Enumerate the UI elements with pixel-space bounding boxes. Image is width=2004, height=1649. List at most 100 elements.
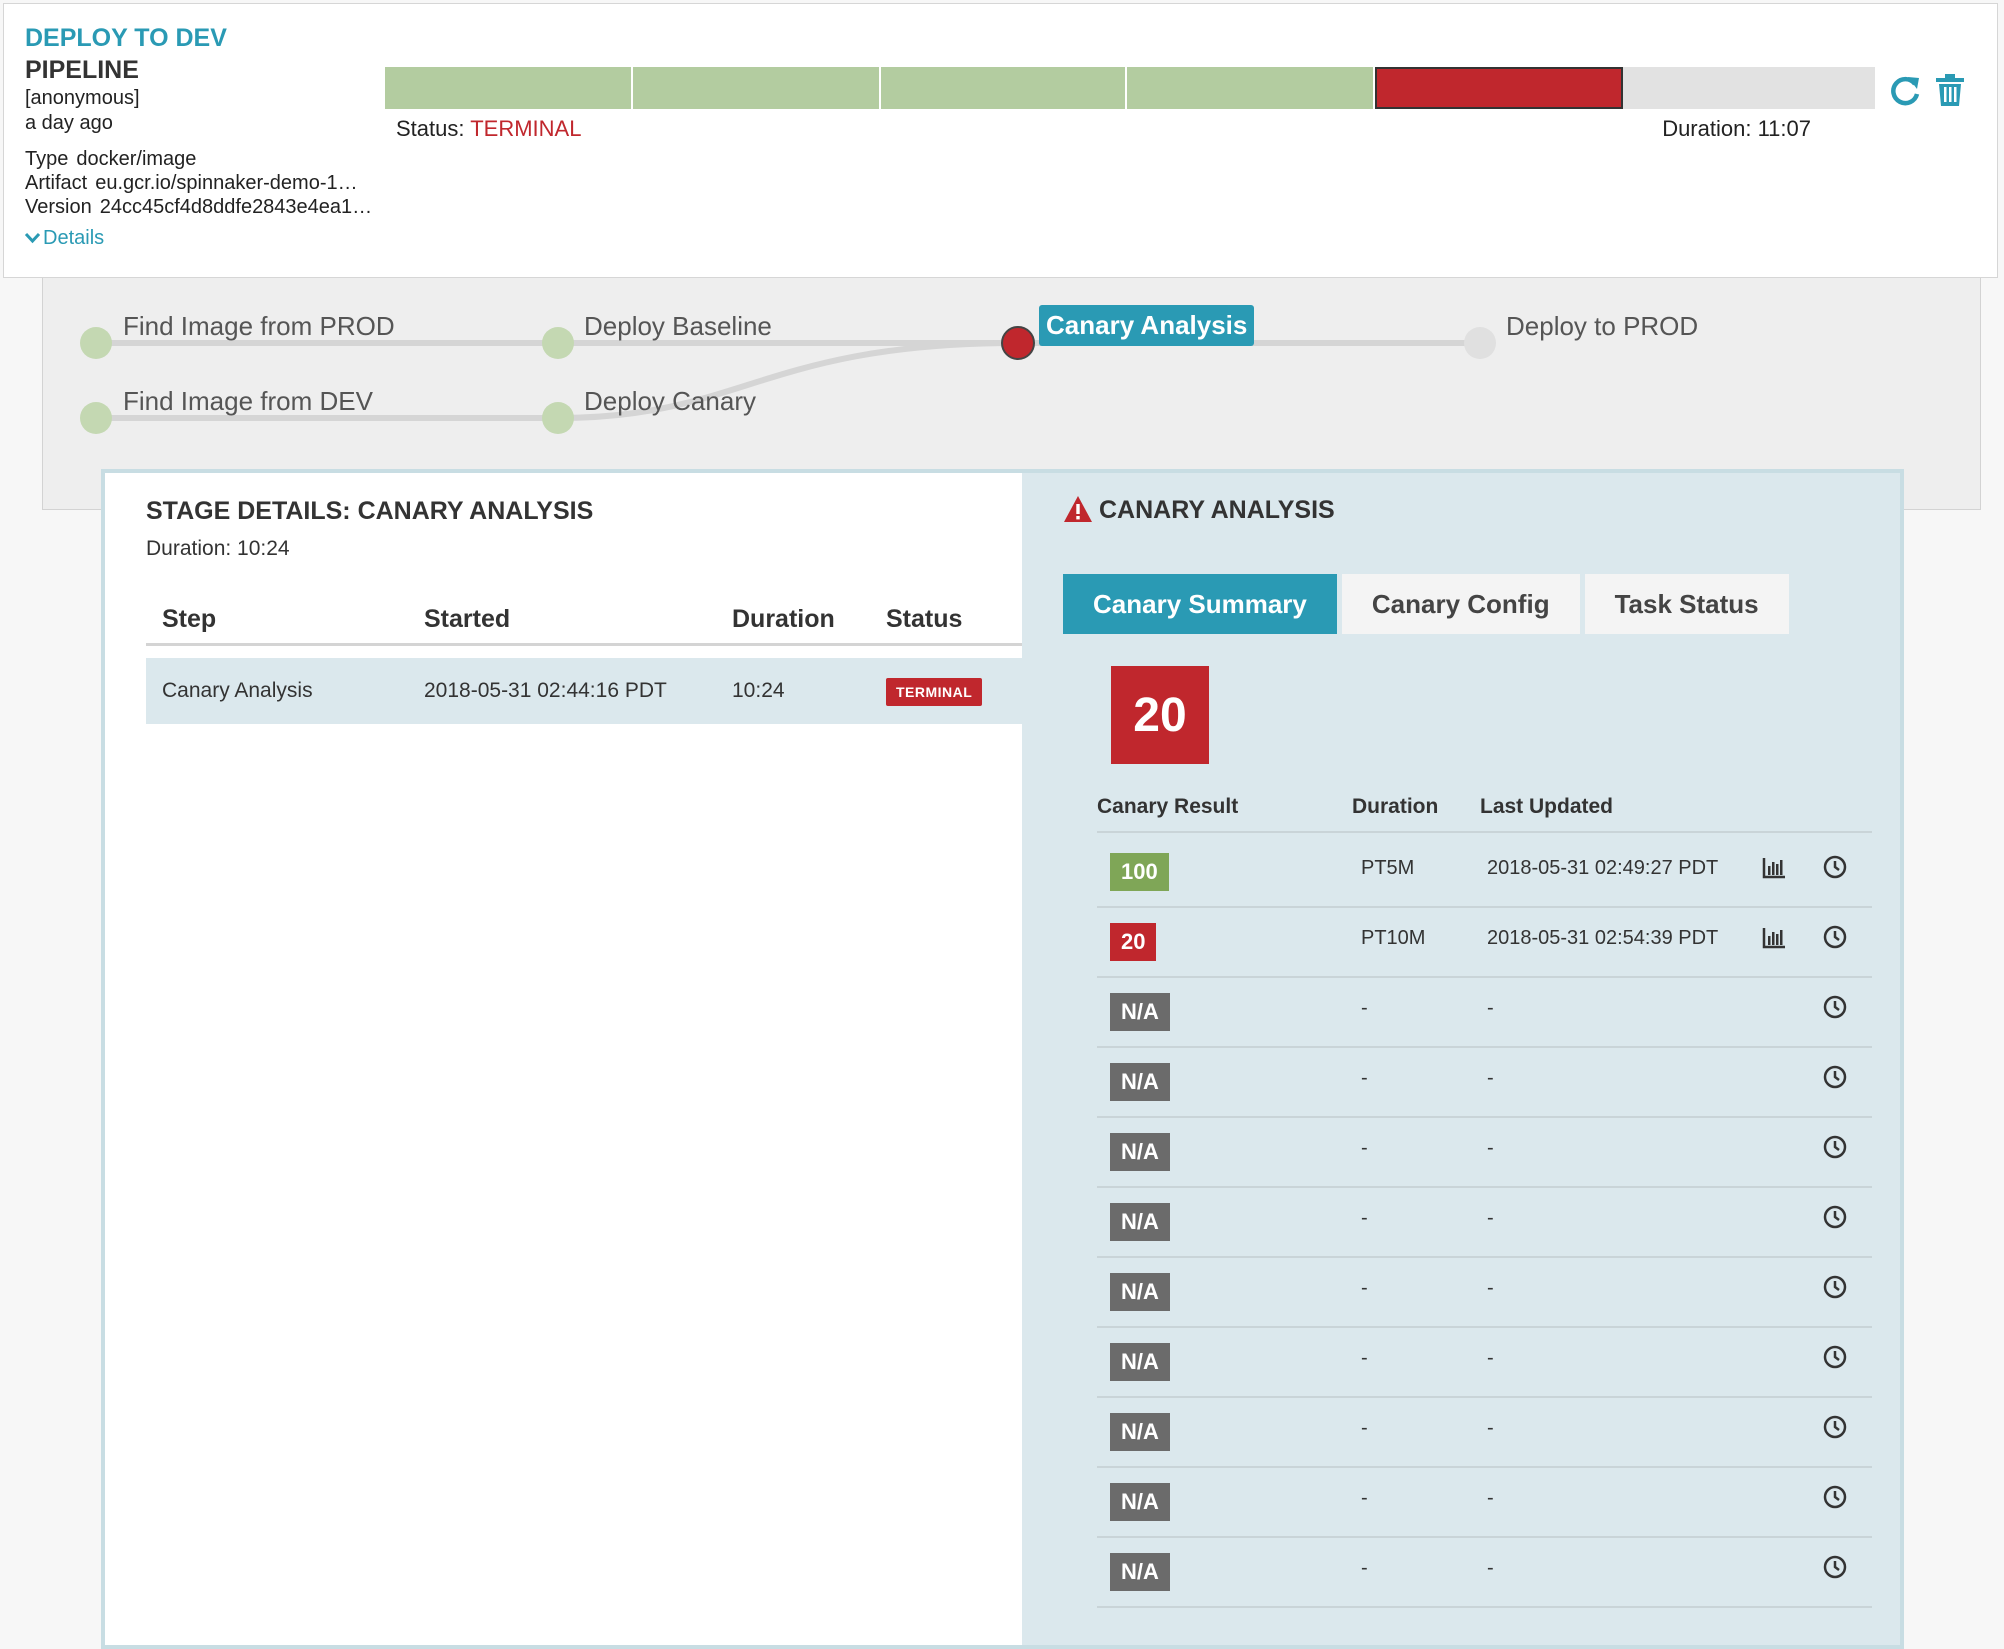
run-last-updated: -: [1487, 1277, 1494, 1299]
run-last-updated: -: [1487, 1347, 1494, 1369]
bar-chart-icon[interactable]: [1761, 855, 1787, 881]
stage-node-not-started[interactable]: [1464, 327, 1496, 359]
stage-deploy-baseline[interactable]: Deploy Baseline: [584, 311, 772, 342]
run-duration: -: [1361, 1277, 1368, 1299]
progress-segment-not-started[interactable]: [1623, 67, 1875, 109]
canary-score-badge[interactable]: N/A: [1110, 1273, 1170, 1311]
clock-icon[interactable]: [1822, 1344, 1848, 1370]
warning-icon: [1064, 496, 1092, 522]
table-row: N/A - -: [1097, 1046, 1872, 1118]
table-row: N/A - -: [1097, 1396, 1872, 1468]
clock-icon[interactable]: [1822, 1554, 1848, 1580]
table-row: N/A - -: [1097, 1186, 1872, 1258]
table-row: N/A - -: [1097, 1116, 1872, 1188]
clock-icon[interactable]: [1822, 1204, 1848, 1230]
step-started: 2018-05-31 02:44:16 PDT: [424, 679, 667, 702]
table-row[interactable]: Canary Analysis 2018-05-31 02:44:16 PDT …: [146, 658, 1022, 724]
canary-tabs: Canary Summary Canary Config Task Status: [1063, 574, 1789, 634]
stage-node[interactable]: [80, 327, 112, 359]
clock-icon[interactable]: [1822, 1134, 1848, 1160]
bar-chart-icon[interactable]: [1761, 925, 1787, 951]
clock-icon[interactable]: [1822, 1064, 1848, 1090]
canary-score-badge[interactable]: N/A: [1110, 1133, 1170, 1171]
table-row: N/A - -: [1097, 1536, 1872, 1608]
table-row: 100 PT5M 2018-05-31 02:49:27 PDT: [1097, 836, 1872, 908]
run-duration: -: [1361, 1137, 1368, 1159]
meta-artifact-value: eu.gcr.io/spinnaker-demo-1…: [95, 172, 358, 194]
canary-score-badge[interactable]: N/A: [1110, 1203, 1170, 1241]
canary-score-badge[interactable]: N/A: [1110, 1063, 1170, 1101]
execution-status: Status: TERMINAL: [396, 116, 581, 142]
run-last-updated: 2018-05-31 02:49:27 PDT: [1487, 857, 1719, 879]
stage-find-image-prod[interactable]: Find Image from PROD: [123, 311, 395, 342]
meta-type: Type docker/image: [25, 148, 196, 171]
run-last-updated: -: [1487, 1207, 1494, 1229]
pipeline-title-link[interactable]: DEPLOY TO DEV: [25, 24, 227, 53]
canary-heading: CANARY ANALYSIS: [1063, 495, 1335, 525]
refresh-icon[interactable]: [1888, 72, 1922, 108]
tab-canary-summary[interactable]: Canary Summary: [1063, 574, 1337, 634]
run-duration: PT10M: [1361, 927, 1426, 949]
stage-canary-analysis[interactable]: Canary Analysis: [1039, 305, 1255, 346]
stage-deploy-canary[interactable]: Deploy Canary: [584, 386, 756, 417]
execution-progress-bar[interactable]: [385, 67, 1875, 109]
progress-segment[interactable]: [881, 67, 1127, 109]
clock-icon[interactable]: [1822, 854, 1848, 880]
stage-find-image-dev[interactable]: Find Image from DEV: [123, 386, 373, 417]
canary-score-badge[interactable]: N/A: [1110, 1343, 1170, 1381]
tab-task-status[interactable]: Task Status: [1584, 574, 1789, 634]
trash-icon[interactable]: [1933, 72, 1967, 108]
progress-segment[interactable]: [1127, 67, 1375, 109]
canary-score-badge[interactable]: N/A: [1110, 1483, 1170, 1521]
canary-score-badge[interactable]: 20: [1110, 923, 1157, 961]
meta-version-value: 24cc45cf4d8ddfe2843e4ea1…: [99, 196, 373, 218]
progress-segment[interactable]: [385, 67, 633, 109]
status-value: TERMINAL: [470, 116, 582, 141]
clock-icon[interactable]: [1822, 994, 1848, 1020]
clock-icon[interactable]: [1822, 1484, 1848, 1510]
tab-canary-config[interactable]: Canary Config: [1341, 574, 1580, 634]
stage-node[interactable]: [542, 327, 574, 359]
progress-segment[interactable]: [633, 67, 881, 109]
run-last-updated: -: [1487, 1557, 1494, 1579]
run-duration: -: [1361, 1347, 1368, 1369]
stage-node[interactable]: [80, 402, 112, 434]
clock-icon[interactable]: [1822, 924, 1848, 950]
col-started: Started: [424, 605, 511, 633]
meta-type-value: docker/image: [76, 148, 197, 170]
meta-artifact-key: Artifact: [25, 172, 88, 194]
col-run-duration: Duration: [1352, 795, 1439, 818]
canary-score-badge[interactable]: N/A: [1110, 1553, 1170, 1591]
run-duration: -: [1361, 1487, 1368, 1509]
meta-version: Version 24cc45cf4d8ddfe2843e4ea1…: [25, 196, 372, 219]
run-last-updated: 2018-05-31 02:54:39 PDT: [1487, 927, 1719, 949]
col-status: Status: [886, 605, 963, 633]
execution-time: a day ago: [25, 112, 113, 134]
stage-node-terminal[interactable]: [1001, 326, 1035, 360]
run-last-updated: -: [1487, 997, 1494, 1019]
progress-segment-terminal[interactable]: [1375, 67, 1623, 109]
execution-duration: Duration: 11:07: [1662, 116, 1811, 141]
steps-table-header: Step Started Duration Status: [146, 593, 1022, 646]
table-row: N/A - -: [1097, 1256, 1872, 1328]
clock-icon[interactable]: [1822, 1274, 1848, 1300]
clock-icon[interactable]: [1822, 1414, 1848, 1440]
stage-title: STAGE DETAILS: CANARY ANALYSIS: [146, 497, 594, 525]
table-row: 20 PT10M 2018-05-31 02:54:39 PDT: [1097, 906, 1872, 978]
canary-score-badge[interactable]: 100: [1110, 853, 1169, 891]
run-duration: -: [1361, 1557, 1368, 1579]
col-last-updated: Last Updated: [1480, 795, 1614, 818]
canary-score-badge[interactable]: N/A: [1110, 1413, 1170, 1451]
step-name: Canary Analysis: [162, 679, 313, 702]
stage-node[interactable]: [542, 402, 574, 434]
stage-deploy-to-prod[interactable]: Deploy to PROD: [1506, 311, 1698, 342]
canary-score-badge[interactable]: N/A: [1110, 993, 1170, 1031]
details-toggle[interactable]: Details: [24, 227, 104, 250]
status-badge: TERMINAL: [886, 678, 983, 706]
step-duration: 10:24: [732, 679, 785, 702]
col-canary-result: Canary Result: [1097, 795, 1239, 818]
run-duration: -: [1361, 1067, 1368, 1089]
execution-card: DEPLOY TO DEV PIPELINE [anonymous] a day…: [3, 3, 1998, 278]
run-duration: PT5M: [1361, 857, 1415, 879]
run-duration: -: [1361, 997, 1368, 1019]
